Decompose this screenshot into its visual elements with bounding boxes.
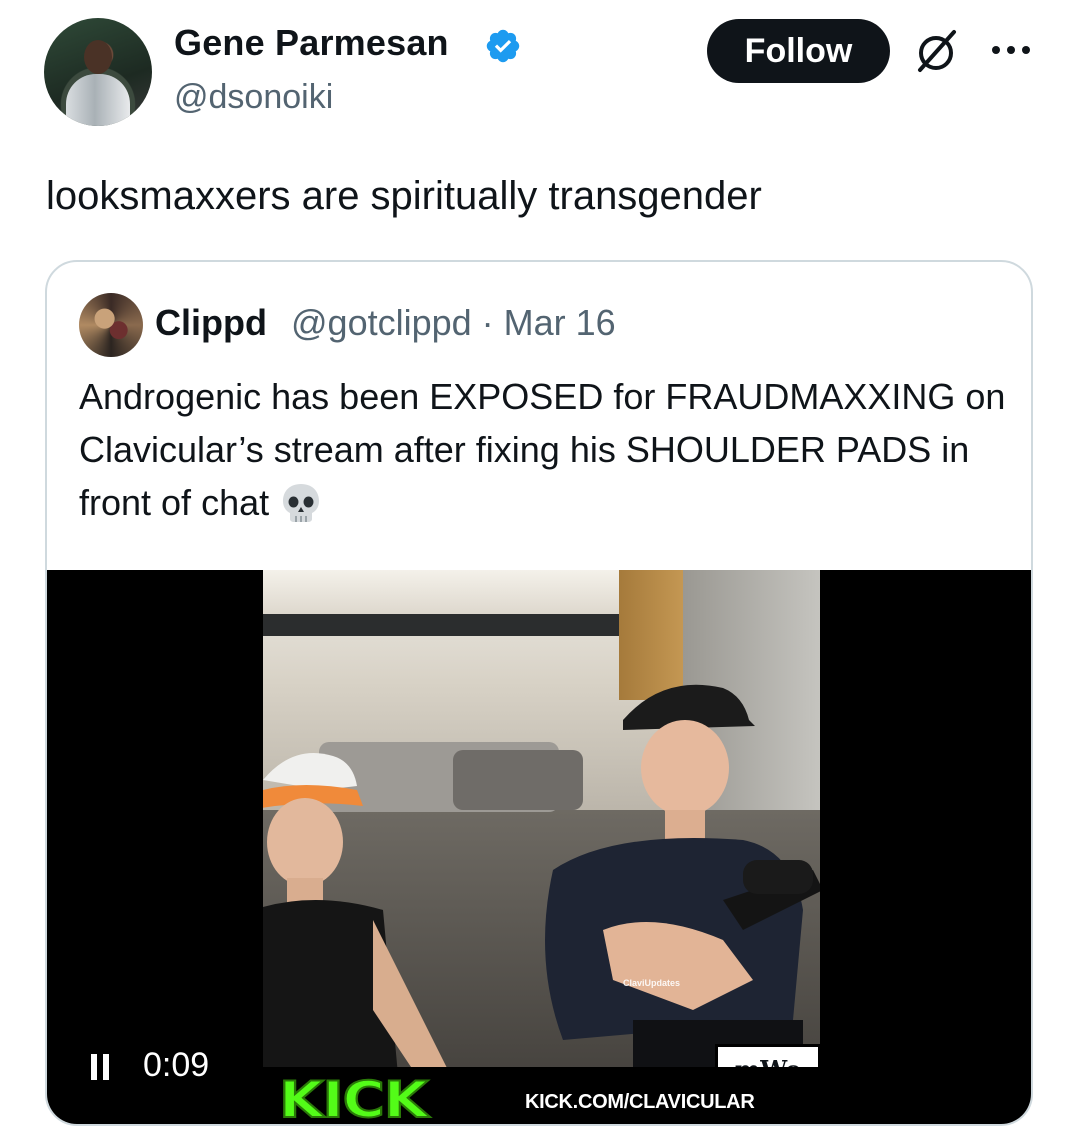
quoted-author-avatar[interactable] [79,293,143,357]
kick-banner: KICK KICK.COM/CLAVICULAR [263,1067,820,1126]
kick-logo: KICK [278,1070,430,1126]
author-handle[interactable]: @dsonoiki [174,78,333,117]
follow-button[interactable]: Follow [707,19,890,83]
author-name[interactable]: Gene Parmesan [174,22,449,64]
pause-icon[interactable] [91,1054,111,1080]
grok-icon[interactable] [912,26,962,76]
quoted-tweet-card[interactable]: Clippd @gotclippd · Mar 16 Androgenic ha… [45,260,1033,1126]
skull-emoji-icon [283,484,320,522]
video-elapsed-time: 0:09 [143,1046,210,1084]
tweet-text: looksmaxxers are spiritually transgender [46,174,762,218]
quoted-author-name[interactable]: Clippd [155,302,267,344]
avatar-shirt [66,74,130,126]
quoted-author-handle-date: @gotclippd · Mar 16 [291,302,616,343]
more-options-icon[interactable] [988,40,1034,60]
video-watermark: ClaviUpdates [623,978,681,988]
author-avatar[interactable] [44,18,152,126]
kick-url: KICK.COM/CLAVICULAR [525,1091,755,1113]
quoted-tweet-text-content: Androgenic has been EXPOSED for FRAUDMAX… [79,376,1006,523]
video-player[interactable]: ClaviUpdates mWo KICK KICK.COM/CLAVICULA… [47,570,1031,1126]
quoted-tweet-text: Androgenic has been EXPOSED for FRAUDMAX… [79,370,1019,529]
verified-badge-icon [486,29,520,63]
avatar-head [84,40,112,74]
video-frame: ClaviUpdates mWo [263,570,820,1124]
